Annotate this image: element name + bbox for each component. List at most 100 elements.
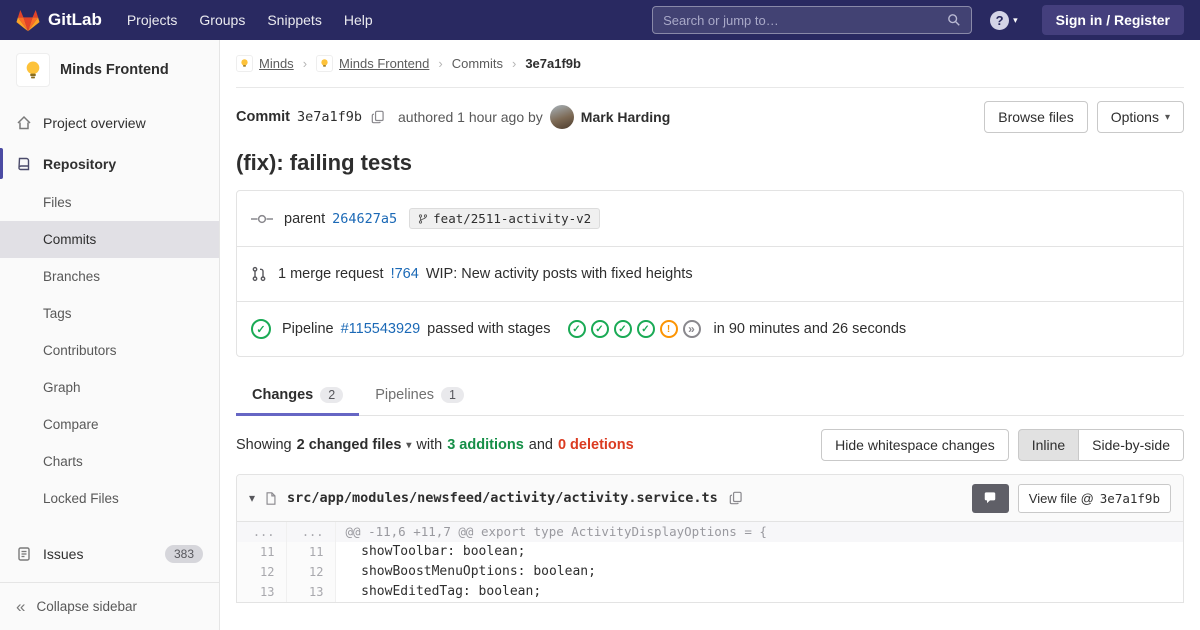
browse-files-button[interactable]: Browse files xyxy=(984,101,1088,133)
sidebar-item-project-overview[interactable]: Project overview xyxy=(0,102,219,143)
commit-title: (fix): failing tests xyxy=(236,150,413,175)
tab-changes[interactable]: Changes 2 xyxy=(236,374,360,416)
top-navbar: GitLab Projects Groups Snippets Help Sig… xyxy=(0,0,1200,40)
toggle-comments-button[interactable] xyxy=(971,483,1009,513)
sidebar-item-contributors[interactable]: Contributors xyxy=(0,332,219,369)
branch-icon xyxy=(419,213,428,224)
old-line-number[interactable]: 13 xyxy=(237,582,287,602)
side-by-side-view-button[interactable]: Side-by-side xyxy=(1079,429,1184,461)
merge-request-count: 1 merge request xyxy=(278,266,384,282)
project-header[interactable]: Minds Frontend xyxy=(0,40,219,102)
sidebar-item-tags[interactable]: Tags xyxy=(0,295,219,332)
sidebar-item-branches[interactable]: Branches xyxy=(0,258,219,295)
sidebar-item-label: Project overview xyxy=(43,114,146,131)
nav-item-projects[interactable]: Projects xyxy=(116,0,189,40)
collapse-label: Collapse sidebar xyxy=(36,599,138,614)
sidebar-item-label: Repository xyxy=(43,155,117,172)
code-line: showToolbar: boolean; xyxy=(345,544,526,559)
stage-warning-icon[interactable] xyxy=(659,320,678,338)
diff-table: ... ... @@ -11,6 +11,7 @@ export type Ac… xyxy=(237,522,1183,602)
commit-graph-icon xyxy=(251,213,273,225)
copy-icon xyxy=(729,491,742,505)
sidebar-item-charts[interactable]: Charts xyxy=(0,443,219,480)
chevron-down-icon xyxy=(406,440,411,451)
file-diff: src/app/modules/newsfeed/activity/activi… xyxy=(236,474,1184,603)
stage-success-icon[interactable] xyxy=(613,320,632,338)
diff-view-controls: Hide whitespace changes Inline Side-by-s… xyxy=(821,429,1184,461)
stage-manual-icon[interactable] xyxy=(682,320,701,338)
nav-item-groups[interactable]: Groups xyxy=(188,0,256,40)
changed-files-dropdown[interactable]: 2 changed files xyxy=(297,437,412,453)
hide-whitespace-button[interactable]: Hide whitespace changes xyxy=(821,429,1009,461)
sidebar-item-locked-files[interactable]: Locked Files xyxy=(0,480,219,517)
changes-count-badge: 2 xyxy=(320,386,344,403)
sidebar-item-compare[interactable]: Compare xyxy=(0,406,219,443)
pipeline-mini-graph xyxy=(567,320,701,338)
commit-header: Commit 3e7a1f9b authored 1 hour ago by M… xyxy=(236,101,1184,133)
breadcrumb-separator xyxy=(303,56,307,71)
help-icon xyxy=(990,10,1010,30)
commit-sha: 3e7a1f9b xyxy=(296,109,363,125)
global-search[interactable] xyxy=(652,6,973,34)
author-avatar[interactable] xyxy=(549,105,574,129)
file-diff-actions: View file @ 3e7a1f9b xyxy=(971,483,1171,513)
nav-item-snippets[interactable]: Snippets xyxy=(256,0,332,40)
new-line-number[interactable]: 13 xyxy=(286,582,336,602)
collapse-file-caret-icon[interactable] xyxy=(249,491,255,505)
issues-icon xyxy=(16,546,32,562)
breadcrumb-item-minds-frontend[interactable]: Minds Frontend xyxy=(316,55,429,72)
merge-request-link[interactable]: !764 xyxy=(391,266,419,282)
pipeline-row: Pipeline #115543929 passed with stages i… xyxy=(237,301,1183,356)
help-dropdown[interactable] xyxy=(990,10,1018,30)
sidebar-item-files[interactable]: Files xyxy=(0,184,219,221)
sidebar-item-label: Issues xyxy=(43,545,84,562)
copy-path-button[interactable] xyxy=(727,489,745,507)
breadcrumb: Minds Minds Frontend Commits 3e7a1f9b xyxy=(236,40,1184,88)
breadcrumb-item-commits[interactable]: Commits xyxy=(452,56,503,71)
comment-icon xyxy=(985,492,996,504)
new-line-number: ... xyxy=(286,522,336,542)
sidebar-item-repository[interactable]: Repository xyxy=(0,143,219,184)
author-name[interactable]: Mark Harding xyxy=(581,109,670,125)
old-line-number[interactable]: 12 xyxy=(237,562,287,582)
search-input[interactable] xyxy=(663,12,940,28)
breadcrumb-separator xyxy=(512,56,516,71)
view-file-button[interactable]: View file @ 3e7a1f9b xyxy=(1017,483,1171,513)
code-line: showBoostMenuOptions: boolean; xyxy=(345,564,596,579)
stage-success-icon[interactable] xyxy=(590,320,609,338)
pipeline-id-link[interactable]: #115543929 xyxy=(341,321,421,337)
copy-sha-button[interactable] xyxy=(369,108,387,126)
breadcrumb-item-minds[interactable]: Minds xyxy=(236,55,294,72)
old-line-number[interactable]: 11 xyxy=(237,542,287,562)
hunk-header-text: @@ -11,6 +11,7 @@ export type ActivityDi… xyxy=(335,522,1183,542)
pipelines-count-badge: 1 xyxy=(441,386,464,403)
sidebar-item-issues[interactable]: Issues 383 xyxy=(0,533,219,574)
options-dropdown-button[interactable]: Options xyxy=(1096,101,1184,133)
diff-line: 11 11 showToolbar: boolean; xyxy=(237,542,1183,562)
stage-success-icon[interactable] xyxy=(636,320,655,338)
branch-ref[interactable]: feat/2511-activity-v2 xyxy=(409,208,601,229)
new-line-number[interactable]: 11 xyxy=(286,542,336,562)
nav-item-help[interactable]: Help xyxy=(333,0,384,40)
inline-view-button[interactable]: Inline xyxy=(1017,429,1080,461)
code-line: showEditedTag: boolean; xyxy=(345,584,542,599)
sidebar-item-commits[interactable]: Commits xyxy=(0,221,219,258)
collapse-sidebar-button[interactable]: Collapse sidebar xyxy=(0,582,219,630)
gitlab-logo[interactable]: GitLab xyxy=(16,9,102,32)
tab-pipelines[interactable]: Pipelines 1 xyxy=(359,374,480,415)
project-avatar xyxy=(316,55,334,72)
stage-success-icon[interactable] xyxy=(567,320,586,338)
sidebar-item-graph[interactable]: Graph xyxy=(0,369,219,406)
collapse-icon xyxy=(16,598,25,615)
diff-stats-row: Showing 2 changed files with 3 additions… xyxy=(236,429,1184,461)
parent-sha-link[interactable]: 264627a5 xyxy=(332,211,397,227)
search-icon xyxy=(947,13,961,27)
brand-name: GitLab xyxy=(48,10,102,29)
diff-mode-toggle: Inline Side-by-side xyxy=(1017,429,1184,461)
commit-info-box: parent 264627a5 feat/2511-activity-v2 1 … xyxy=(236,190,1184,357)
old-line-number: ... xyxy=(237,522,287,542)
file-path[interactable]: src/app/modules/newsfeed/activity/activi… xyxy=(287,490,718,506)
parent-label: parent xyxy=(284,210,326,227)
sign-in-register-button[interactable]: Sign in / Register xyxy=(1041,5,1184,35)
new-line-number[interactable]: 12 xyxy=(286,562,336,582)
